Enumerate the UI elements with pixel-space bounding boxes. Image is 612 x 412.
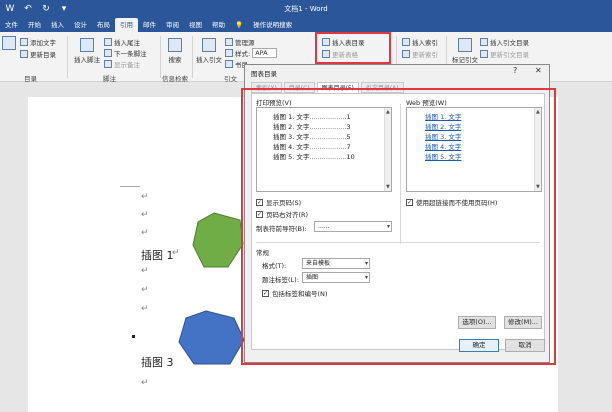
title-bar: W ↶ ↻ ▾ 文档1 - Word xyxy=(0,0,612,18)
insert-toa-button[interactable]: 插入引文目录 xyxy=(480,37,529,47)
footnote-icon xyxy=(80,38,94,52)
paragraph-mark: ↵ xyxy=(141,228,149,238)
lightbulb-icon: 💡 xyxy=(235,21,244,29)
search-button[interactable]: 搜索 xyxy=(168,38,182,64)
mark-citation-icon xyxy=(458,38,472,52)
tab-help[interactable]: 帮助 xyxy=(207,18,230,32)
tab-layout[interactable]: 布局 xyxy=(92,18,115,32)
paragraph-mark: ↵ xyxy=(141,192,149,202)
group-label-toc: 目录 xyxy=(24,75,37,83)
figure-caption-3[interactable]: 插图 3 xyxy=(141,354,174,370)
toc-icon xyxy=(2,36,16,50)
update-toa-icon xyxy=(480,50,488,58)
paragraph-mark: ↵ xyxy=(141,210,149,220)
toa-icon xyxy=(480,38,488,46)
list-bullet xyxy=(132,335,135,338)
endnote-icon xyxy=(104,38,112,46)
group-label-research: 信息检索 xyxy=(162,75,188,83)
show-notes-icon xyxy=(104,60,112,68)
index-icon xyxy=(402,38,410,46)
paragraph-mark: ↵ xyxy=(172,248,180,258)
paragraph-mark: ↵ xyxy=(141,378,149,388)
insert-index-button[interactable]: 插入索引 xyxy=(402,37,438,47)
document-title: 文档1 - Word xyxy=(284,5,328,13)
ribbon-tabs: 文件 开始 插入 设计 布局 引用 邮件 审阅 视图 帮助 💡 操作说明搜索 xyxy=(0,18,612,32)
style-select[interactable]: 样式: APA xyxy=(225,48,277,58)
figure-caption-1[interactable]: 插图 1 xyxy=(141,247,174,263)
blue-heptagon-shape[interactable] xyxy=(178,310,246,366)
manage-sources-icon xyxy=(225,38,233,46)
add-text-icon xyxy=(20,38,28,46)
tab-home[interactable]: 开始 xyxy=(23,18,46,32)
margin-mark xyxy=(120,186,140,187)
highlight-frame xyxy=(241,88,556,365)
highlight-frame xyxy=(315,32,391,64)
group-label-footnotes: 脚注 xyxy=(103,75,116,83)
green-heptagon-shape[interactable] xyxy=(192,212,244,270)
paragraph-mark: ↵ xyxy=(141,266,149,276)
paragraph-mark: ↵ xyxy=(141,304,149,314)
tab-review[interactable]: 审阅 xyxy=(161,18,184,32)
add-text-button[interactable]: 添加文字 xyxy=(20,37,56,47)
insert-footnote-button[interactable]: 插入脚注 xyxy=(74,38,100,64)
tab-file[interactable]: 文件 xyxy=(0,18,23,32)
insert-citation-button[interactable]: 插入引文 xyxy=(196,38,222,64)
citation-icon xyxy=(202,38,216,52)
tab-references[interactable]: 引用 xyxy=(115,18,138,32)
tab-view[interactable]: 视图 xyxy=(184,18,207,32)
update-toc-button[interactable]: 更新目录 xyxy=(20,49,56,59)
toc-button[interactable] xyxy=(2,36,16,50)
next-footnote-button[interactable]: 下一条脚注 xyxy=(104,48,147,58)
next-footnote-icon xyxy=(104,49,112,57)
tab-mailings[interactable]: 邮件 xyxy=(138,18,161,32)
tab-design[interactable]: 设计 xyxy=(69,18,92,32)
dialog-title: 图表目录 xyxy=(251,70,277,78)
update-toa-button[interactable]: 更新引文目录 xyxy=(480,49,529,59)
show-notes-button[interactable]: 显示备注 xyxy=(104,59,140,69)
tell-me-search[interactable]: 操作说明搜索 xyxy=(248,18,297,32)
manage-sources-button[interactable]: 管理源 xyxy=(225,37,255,47)
help-button[interactable]: ? xyxy=(513,66,517,75)
mark-citation-button[interactable]: 标记引文 xyxy=(452,38,478,64)
close-icon[interactable]: ✕ xyxy=(535,66,542,75)
paragraph-mark: ↵ xyxy=(141,285,149,295)
update-index-icon xyxy=(402,50,410,58)
insert-endnote-button[interactable]: 插入尾注 xyxy=(104,37,140,47)
update-toc-icon xyxy=(20,50,28,58)
bibliography-icon xyxy=(225,60,233,68)
search-icon xyxy=(168,38,182,52)
tab-insert[interactable]: 插入 xyxy=(46,18,69,32)
group-label-citations: 引文 xyxy=(224,75,237,83)
update-index-button[interactable]: 更新索引 xyxy=(402,49,438,59)
style-icon xyxy=(225,49,233,57)
